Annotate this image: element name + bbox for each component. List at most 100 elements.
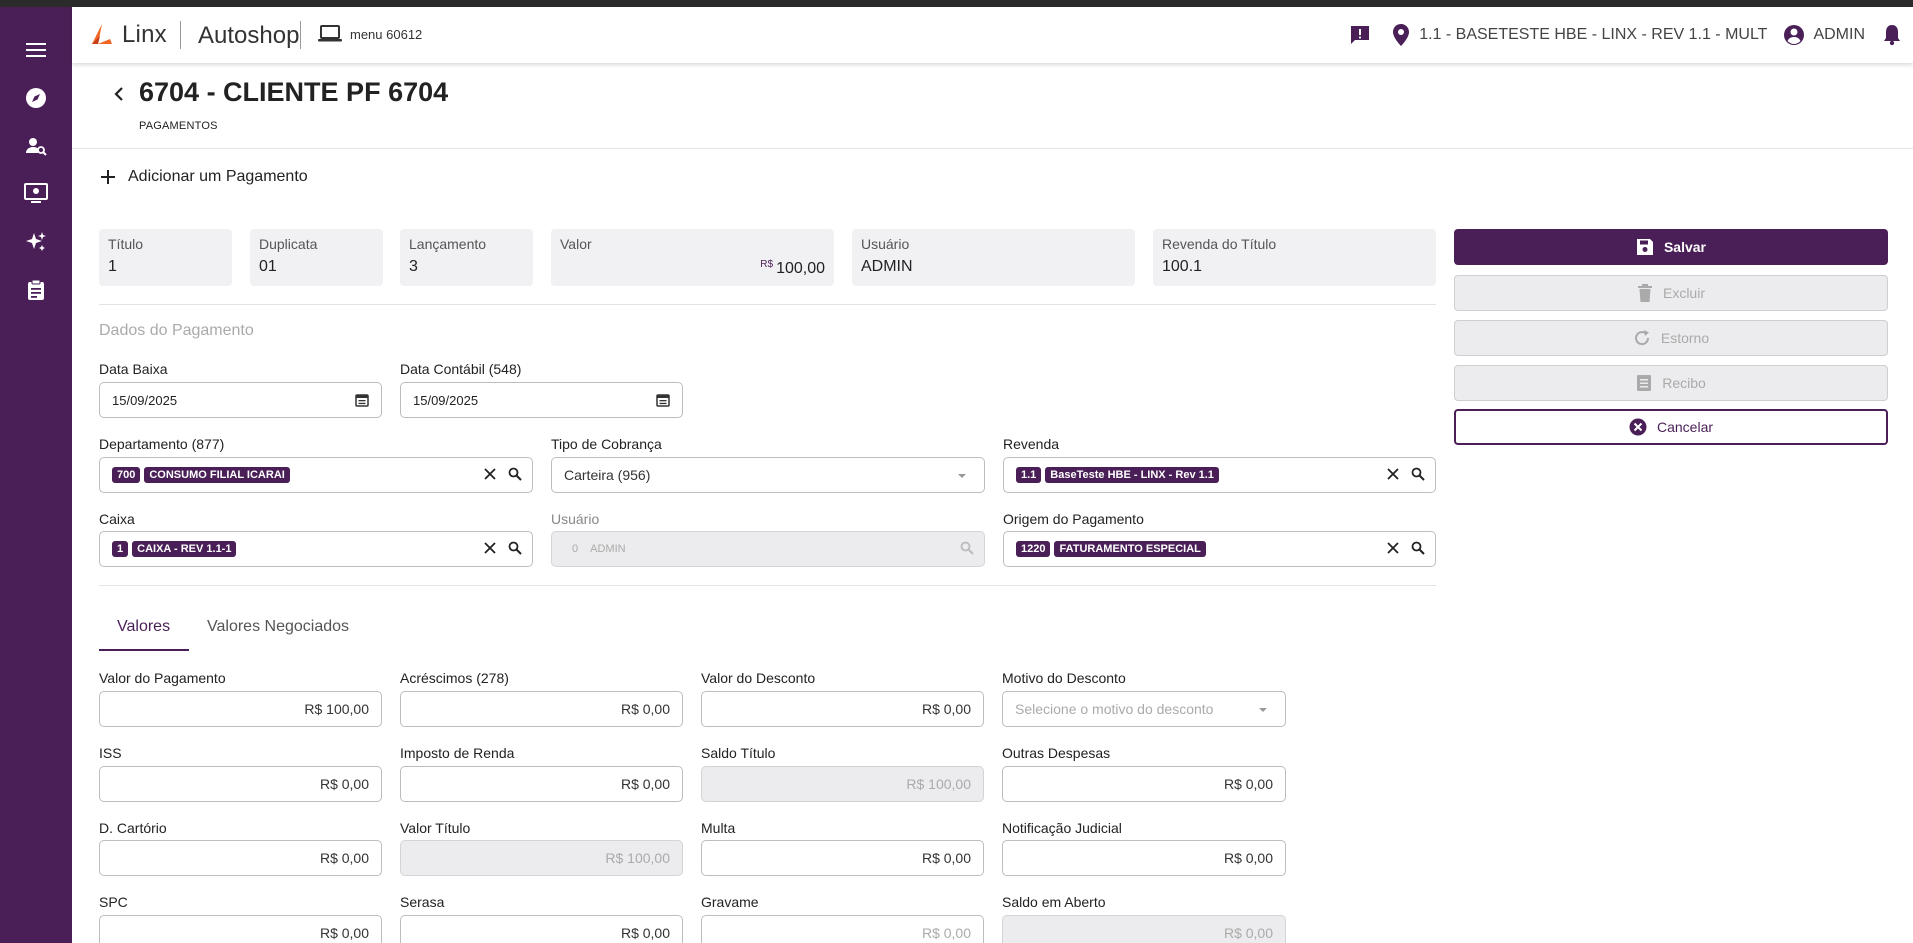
acrescimos-input[interactable]: R$ 0,00 [400, 691, 683, 727]
field-label: Origem do Pagamento [1003, 511, 1144, 527]
field-label: Valor do Desconto [701, 670, 816, 686]
field-label: Multa [701, 820, 736, 836]
field-label: SPC [99, 894, 128, 910]
clipboard-icon[interactable] [20, 274, 52, 306]
currency-symbol: R$ [760, 259, 774, 270]
cancel-label: Cancelar [1656, 419, 1714, 435]
sparkles-icon[interactable] [20, 226, 52, 258]
code-chip: 1 [112, 541, 129, 557]
valor-titulo-input: R$ 100,00 [400, 840, 683, 876]
field-label: Serasa [400, 894, 445, 910]
code-chip: 1.1 [1016, 467, 1042, 483]
imposto-renda-input[interactable]: R$ 0,00 [400, 766, 683, 802]
dropdown-caret-icon [958, 474, 966, 478]
browser-top-strip [0, 0, 1913, 7]
clear-icon[interactable] [1387, 542, 1399, 554]
add-payment-button[interactable]: Adicionar um Pagamento [100, 168, 308, 186]
search-icon[interactable] [1411, 541, 1425, 555]
outras-despesas-input[interactable]: R$ 0,00 [1002, 766, 1286, 802]
serasa-input[interactable]: R$ 0,00 [400, 915, 683, 943]
save-button[interactable]: Salvar [1454, 229, 1888, 265]
card-label: Revenda do Título [1162, 236, 1277, 252]
clear-icon[interactable] [484, 542, 496, 554]
linx-logo[interactable]: Linx [88, 21, 167, 49]
save-icon [1636, 238, 1654, 256]
field-label: Acréscimos (278) [400, 670, 509, 686]
page-title: 6704 - CLIENTE PF 6704 [139, 77, 449, 107]
card-usuario: Usuário ADMIN [852, 229, 1135, 286]
input-value: 15/09/2025 [413, 392, 479, 408]
notificacao-judicial-input[interactable]: R$ 0,00 [1002, 840, 1286, 876]
search-icon[interactable] [508, 467, 522, 481]
card-label: Título [108, 236, 144, 252]
card-money-value: R$ 100,00 [760, 259, 825, 278]
delete-label: Excluir [1662, 285, 1705, 301]
gravame-input[interactable]: R$ 0,00 [701, 915, 984, 943]
compass-icon[interactable] [20, 82, 52, 114]
field-label: Data Contábil (548) [400, 361, 522, 377]
search-icon[interactable] [1411, 467, 1425, 481]
tab-valores[interactable]: Valores [117, 618, 170, 636]
menu-indicator[interactable]: menu 60612 [318, 25, 422, 43]
dropdown-caret-icon [1259, 708, 1267, 712]
data-baixa-input[interactable]: 15/09/2025 [99, 382, 382, 418]
search-icon[interactable] [508, 541, 522, 555]
select-placeholder: Selecione o motivo do desconto [1015, 701, 1214, 717]
calendar-icon[interactable] [355, 393, 369, 410]
code-chip: 700 [112, 467, 141, 483]
user-search-icon[interactable] [20, 130, 52, 162]
card-value: 100.1 [1162, 258, 1203, 275]
card-revenda: Revenda do Título 100.1 [1153, 229, 1436, 286]
field-label: Caixa [99, 511, 135, 527]
origem-pagamento-lookup[interactable]: 1220 FATURAMENTO ESPECIAL [1003, 531, 1436, 567]
receipt-button[interactable]: Recibo [1454, 365, 1888, 401]
name-text: ADMIN [590, 543, 626, 555]
field-label: Motivo do Desconto [1002, 670, 1126, 686]
select-value: Carteira (956) [564, 467, 651, 483]
tipo-cobranca-select[interactable]: Carteira (956) [551, 457, 985, 493]
calendar-icon[interactable] [656, 393, 670, 410]
clear-icon[interactable] [484, 468, 496, 480]
back-arrow-icon[interactable] [110, 84, 130, 104]
user-name[interactable]: ADMIN [1813, 26, 1865, 44]
divider [99, 585, 1436, 586]
reversal-button[interactable]: Estorno [1454, 320, 1888, 356]
menu-icon[interactable] [20, 34, 52, 66]
clear-icon[interactable] [1387, 468, 1399, 480]
revenda-lookup[interactable]: 1.1 BaseTeste HBE - LINX - Rev 1.1 [1003, 457, 1436, 493]
bell-icon[interactable] [1883, 24, 1901, 46]
card-label: Valor [560, 236, 592, 252]
field-label: Gravame [701, 894, 759, 910]
field-label: Revenda [1003, 436, 1060, 452]
motivo-desconto-select[interactable]: Selecione o motivo do desconto [1002, 691, 1286, 727]
card-value: 01 [259, 258, 277, 275]
iss-input[interactable]: R$ 0,00 [99, 766, 382, 802]
monitor-icon[interactable] [20, 178, 52, 210]
page-subtitle: PAGAMENTOS [139, 120, 218, 132]
valor-desconto-input[interactable]: R$ 0,00 [701, 691, 984, 727]
caixa-lookup[interactable]: 1 CAIXA - REV 1.1-1 [99, 531, 533, 567]
active-tab-indicator [99, 649, 189, 651]
card-label: Usuário [861, 236, 910, 252]
data-contabil-input[interactable]: 15/09/2025 [400, 382, 683, 418]
spc-input[interactable]: R$ 0,00 [99, 915, 382, 943]
account-circle-icon[interactable] [1783, 24, 1805, 46]
departamento-lookup[interactable]: 700 CONSUMO FILIAL ICARAI [99, 457, 533, 493]
header-right: 1.1 - BASETESTE HBE - LINX - REV 1.1 - M… [1349, 21, 1901, 49]
location-selector[interactable]: 1.1 - BASETESTE HBE - LINX - REV 1.1 - M… [1419, 26, 1767, 44]
field-label: Outras Despesas [1002, 745, 1111, 761]
location-pin-icon [1393, 24, 1410, 46]
valor-pagamento-input[interactable]: R$ 100,00 [99, 691, 382, 727]
header-divider [180, 21, 181, 49]
delete-button[interactable]: Excluir [1454, 275, 1888, 311]
feedback-icon[interactable] [1349, 24, 1371, 46]
multa-input[interactable]: R$ 0,00 [701, 840, 984, 876]
trash-icon [1637, 284, 1653, 302]
d-cartorio-input[interactable]: R$ 0,00 [99, 840, 382, 876]
save-label: Salvar [1663, 239, 1707, 255]
tab-valores-negociados[interactable]: Valores Negociados [207, 618, 349, 636]
name-chip: CAIXA - REV 1.1-1 [132, 541, 237, 557]
name-chip: BaseTeste HBE - LINX - Rev 1.1 [1045, 467, 1219, 483]
cancel-button[interactable]: Cancelar [1454, 409, 1888, 445]
field-label: Tipo de Cobrança [551, 436, 662, 452]
